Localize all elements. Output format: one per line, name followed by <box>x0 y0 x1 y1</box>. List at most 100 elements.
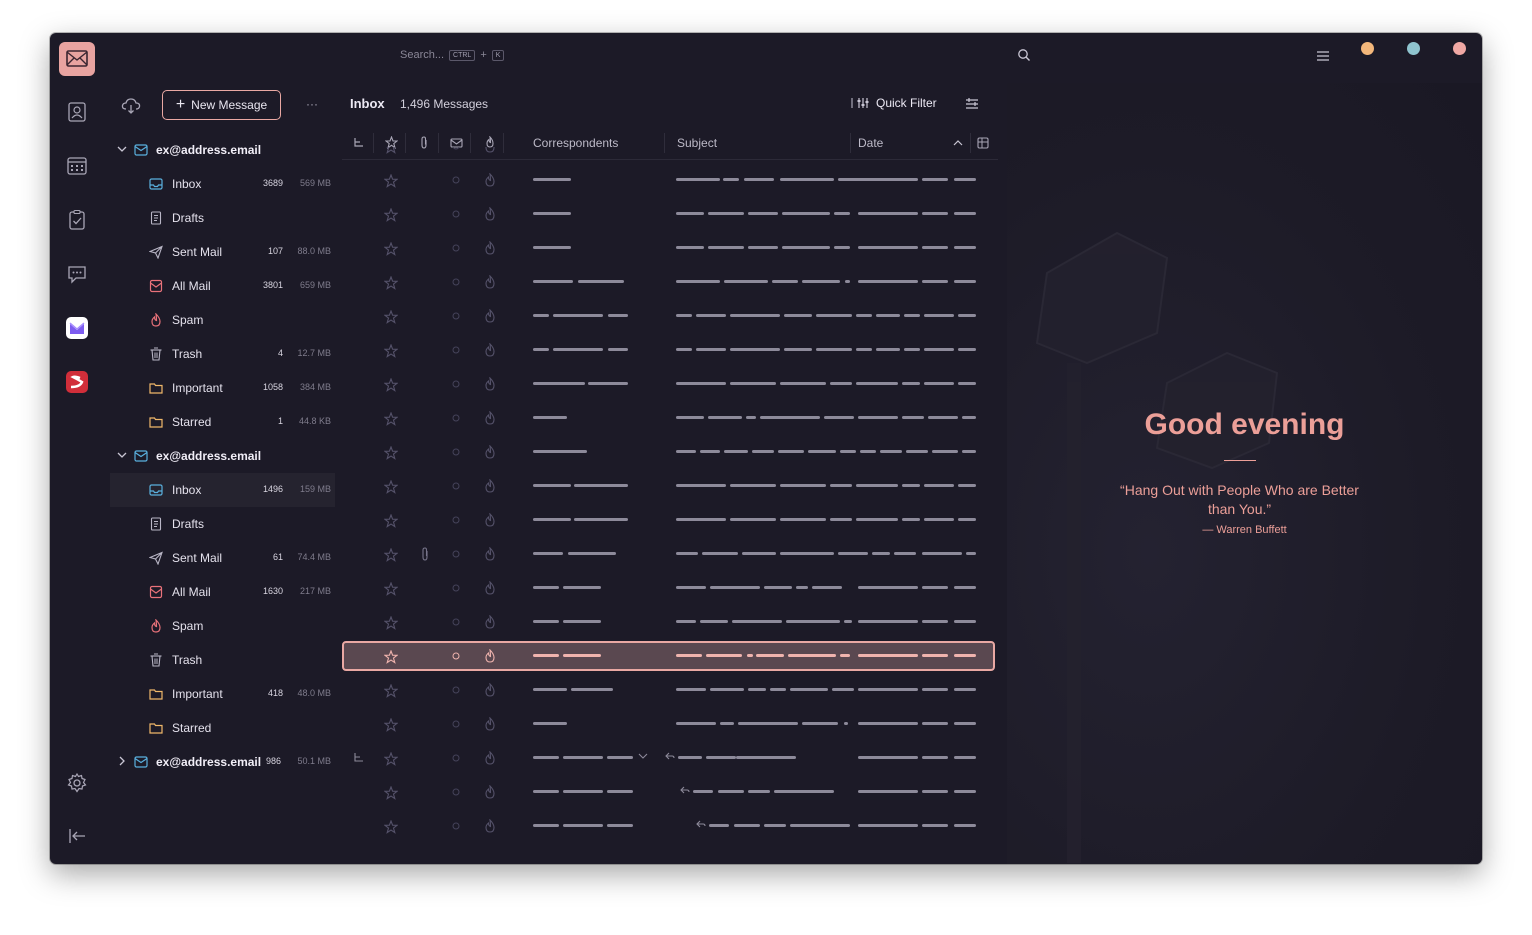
read-status-dot-icon[interactable] <box>452 482 460 490</box>
sort-ascending-icon[interactable] <box>953 139 963 146</box>
star-icon[interactable] <box>384 344 398 358</box>
folder-spam[interactable]: Spam <box>110 609 335 643</box>
junk-icon[interactable] <box>484 173 496 187</box>
read-status-dot-icon[interactable] <box>452 346 460 354</box>
junk-icon[interactable] <box>484 717 496 731</box>
message-row[interactable] <box>342 231 998 265</box>
message-row[interactable] <box>342 333 998 367</box>
message-row[interactable] <box>342 571 998 605</box>
new-message-button[interactable]: + New Message <box>162 90 281 120</box>
collapse-sidebar-icon[interactable] <box>64 823 90 849</box>
message-row[interactable] <box>342 775 998 809</box>
junk-icon[interactable] <box>484 751 496 765</box>
read-status-dot-icon[interactable] <box>452 176 460 184</box>
message-row[interactable] <box>342 401 998 435</box>
folder-inbox[interactable]: Inbox 3689 569 MB <box>110 167 335 201</box>
chat-icon[interactable] <box>64 261 90 287</box>
folder-all-mail[interactable]: All Mail 1630 217 MB <box>110 575 335 609</box>
read-status-dot-icon[interactable] <box>452 414 460 422</box>
folder-trash[interactable]: Trash 4 12.7 MB <box>110 337 335 371</box>
star-icon[interactable] <box>384 752 398 766</box>
message-row[interactable] <box>342 537 998 571</box>
star-icon[interactable] <box>384 147 398 154</box>
chevron-down-icon[interactable] <box>116 143 128 158</box>
account-row[interactable]: ex@address.email 986 50.1 MB <box>110 745 335 779</box>
junk-icon[interactable] <box>484 411 496 425</box>
message-row[interactable] <box>342 809 998 843</box>
read-status-dot-icon[interactable] <box>452 720 460 728</box>
read-status-dot-icon[interactable] <box>452 584 460 592</box>
star-icon[interactable] <box>384 650 398 664</box>
message-row[interactable] <box>342 147 998 163</box>
star-icon[interactable] <box>384 786 398 800</box>
hamburger-menu-icon[interactable] <box>1316 50 1330 62</box>
app-s-icon[interactable] <box>64 369 90 395</box>
read-status-dot-icon[interactable] <box>452 754 460 762</box>
star-icon[interactable] <box>384 548 398 562</box>
message-row[interactable] <box>342 299 998 333</box>
list-options-icon[interactable] <box>965 97 979 111</box>
junk-icon[interactable] <box>484 275 496 289</box>
folder-spam[interactable]: Spam <box>110 303 335 337</box>
read-status-dot-icon[interactable] <box>452 618 460 626</box>
search-icon[interactable] <box>1017 48 1031 62</box>
account-row[interactable]: ex@address.email <box>110 133 335 167</box>
read-status-dot-icon[interactable] <box>452 312 460 320</box>
read-status-dot-icon[interactable] <box>452 686 460 694</box>
junk-icon[interactable] <box>484 445 496 459</box>
close-button[interactable] <box>1453 42 1466 55</box>
message-row[interactable] <box>342 197 998 231</box>
star-icon[interactable] <box>384 480 398 494</box>
star-icon[interactable] <box>384 514 398 528</box>
junk-icon[interactable] <box>484 547 496 561</box>
read-status-dot-icon[interactable] <box>452 147 460 150</box>
folder-sent-mail[interactable]: Sent Mail 107 88.0 MB <box>110 235 335 269</box>
junk-icon[interactable] <box>484 819 496 833</box>
read-status-dot-icon[interactable] <box>452 278 460 286</box>
minimize-button[interactable] <box>1361 42 1374 55</box>
chevron-down-icon[interactable] <box>116 449 128 464</box>
read-status-dot-icon[interactable] <box>452 448 460 456</box>
calendar-icon[interactable] <box>64 153 90 179</box>
junk-icon[interactable] <box>484 343 496 357</box>
message-row[interactable] <box>342 639 998 673</box>
folder-drafts[interactable]: Drafts <box>110 507 335 541</box>
folder-starred[interactable]: Starred 1 44.8 KB <box>110 405 335 439</box>
folder-trash[interactable]: Trash <box>110 643 335 677</box>
folder-all-mail[interactable]: All Mail 3801 659 MB <box>110 269 335 303</box>
read-status-dot-icon[interactable] <box>452 652 460 660</box>
junk-icon[interactable] <box>484 513 496 527</box>
read-status-dot-icon[interactable] <box>452 244 460 252</box>
star-icon[interactable] <box>384 820 398 834</box>
message-row[interactable] <box>342 503 998 537</box>
star-icon[interactable] <box>384 242 398 256</box>
folder-sent-mail[interactable]: Sent Mail 61 74.4 MB <box>110 541 335 575</box>
star-icon[interactable] <box>384 310 398 324</box>
folder-drafts[interactable]: Drafts <box>110 201 335 235</box>
message-row[interactable] <box>342 707 998 741</box>
read-status-dot-icon[interactable] <box>452 516 460 524</box>
chevron-right-icon[interactable] <box>116 755 128 770</box>
junk-icon[interactable] <box>484 147 496 153</box>
message-row[interactable] <box>342 265 998 299</box>
junk-icon[interactable] <box>484 241 496 255</box>
star-icon[interactable] <box>384 174 398 188</box>
junk-icon[interactable] <box>484 581 496 595</box>
folder-inbox[interactable]: Inbox 1496 159 MB <box>110 473 335 507</box>
star-icon[interactable] <box>384 616 398 630</box>
read-status-dot-icon[interactable] <box>452 380 460 388</box>
junk-icon[interactable] <box>484 683 496 697</box>
more-options-button[interactable]: ··· <box>306 97 318 111</box>
maximize-button[interactable] <box>1407 42 1420 55</box>
proton-mail-icon[interactable] <box>64 315 90 341</box>
folder-important[interactable]: Important 418 48.0 MB <box>110 677 335 711</box>
star-icon[interactable] <box>384 684 398 698</box>
read-status-dot-icon[interactable] <box>452 550 460 558</box>
star-icon[interactable] <box>384 276 398 290</box>
junk-icon[interactable] <box>484 615 496 629</box>
star-icon[interactable] <box>384 208 398 222</box>
message-row[interactable] <box>342 163 998 197</box>
read-status-dot-icon[interactable] <box>452 822 460 830</box>
junk-icon[interactable] <box>484 377 496 391</box>
app-logo[interactable] <box>59 42 95 76</box>
